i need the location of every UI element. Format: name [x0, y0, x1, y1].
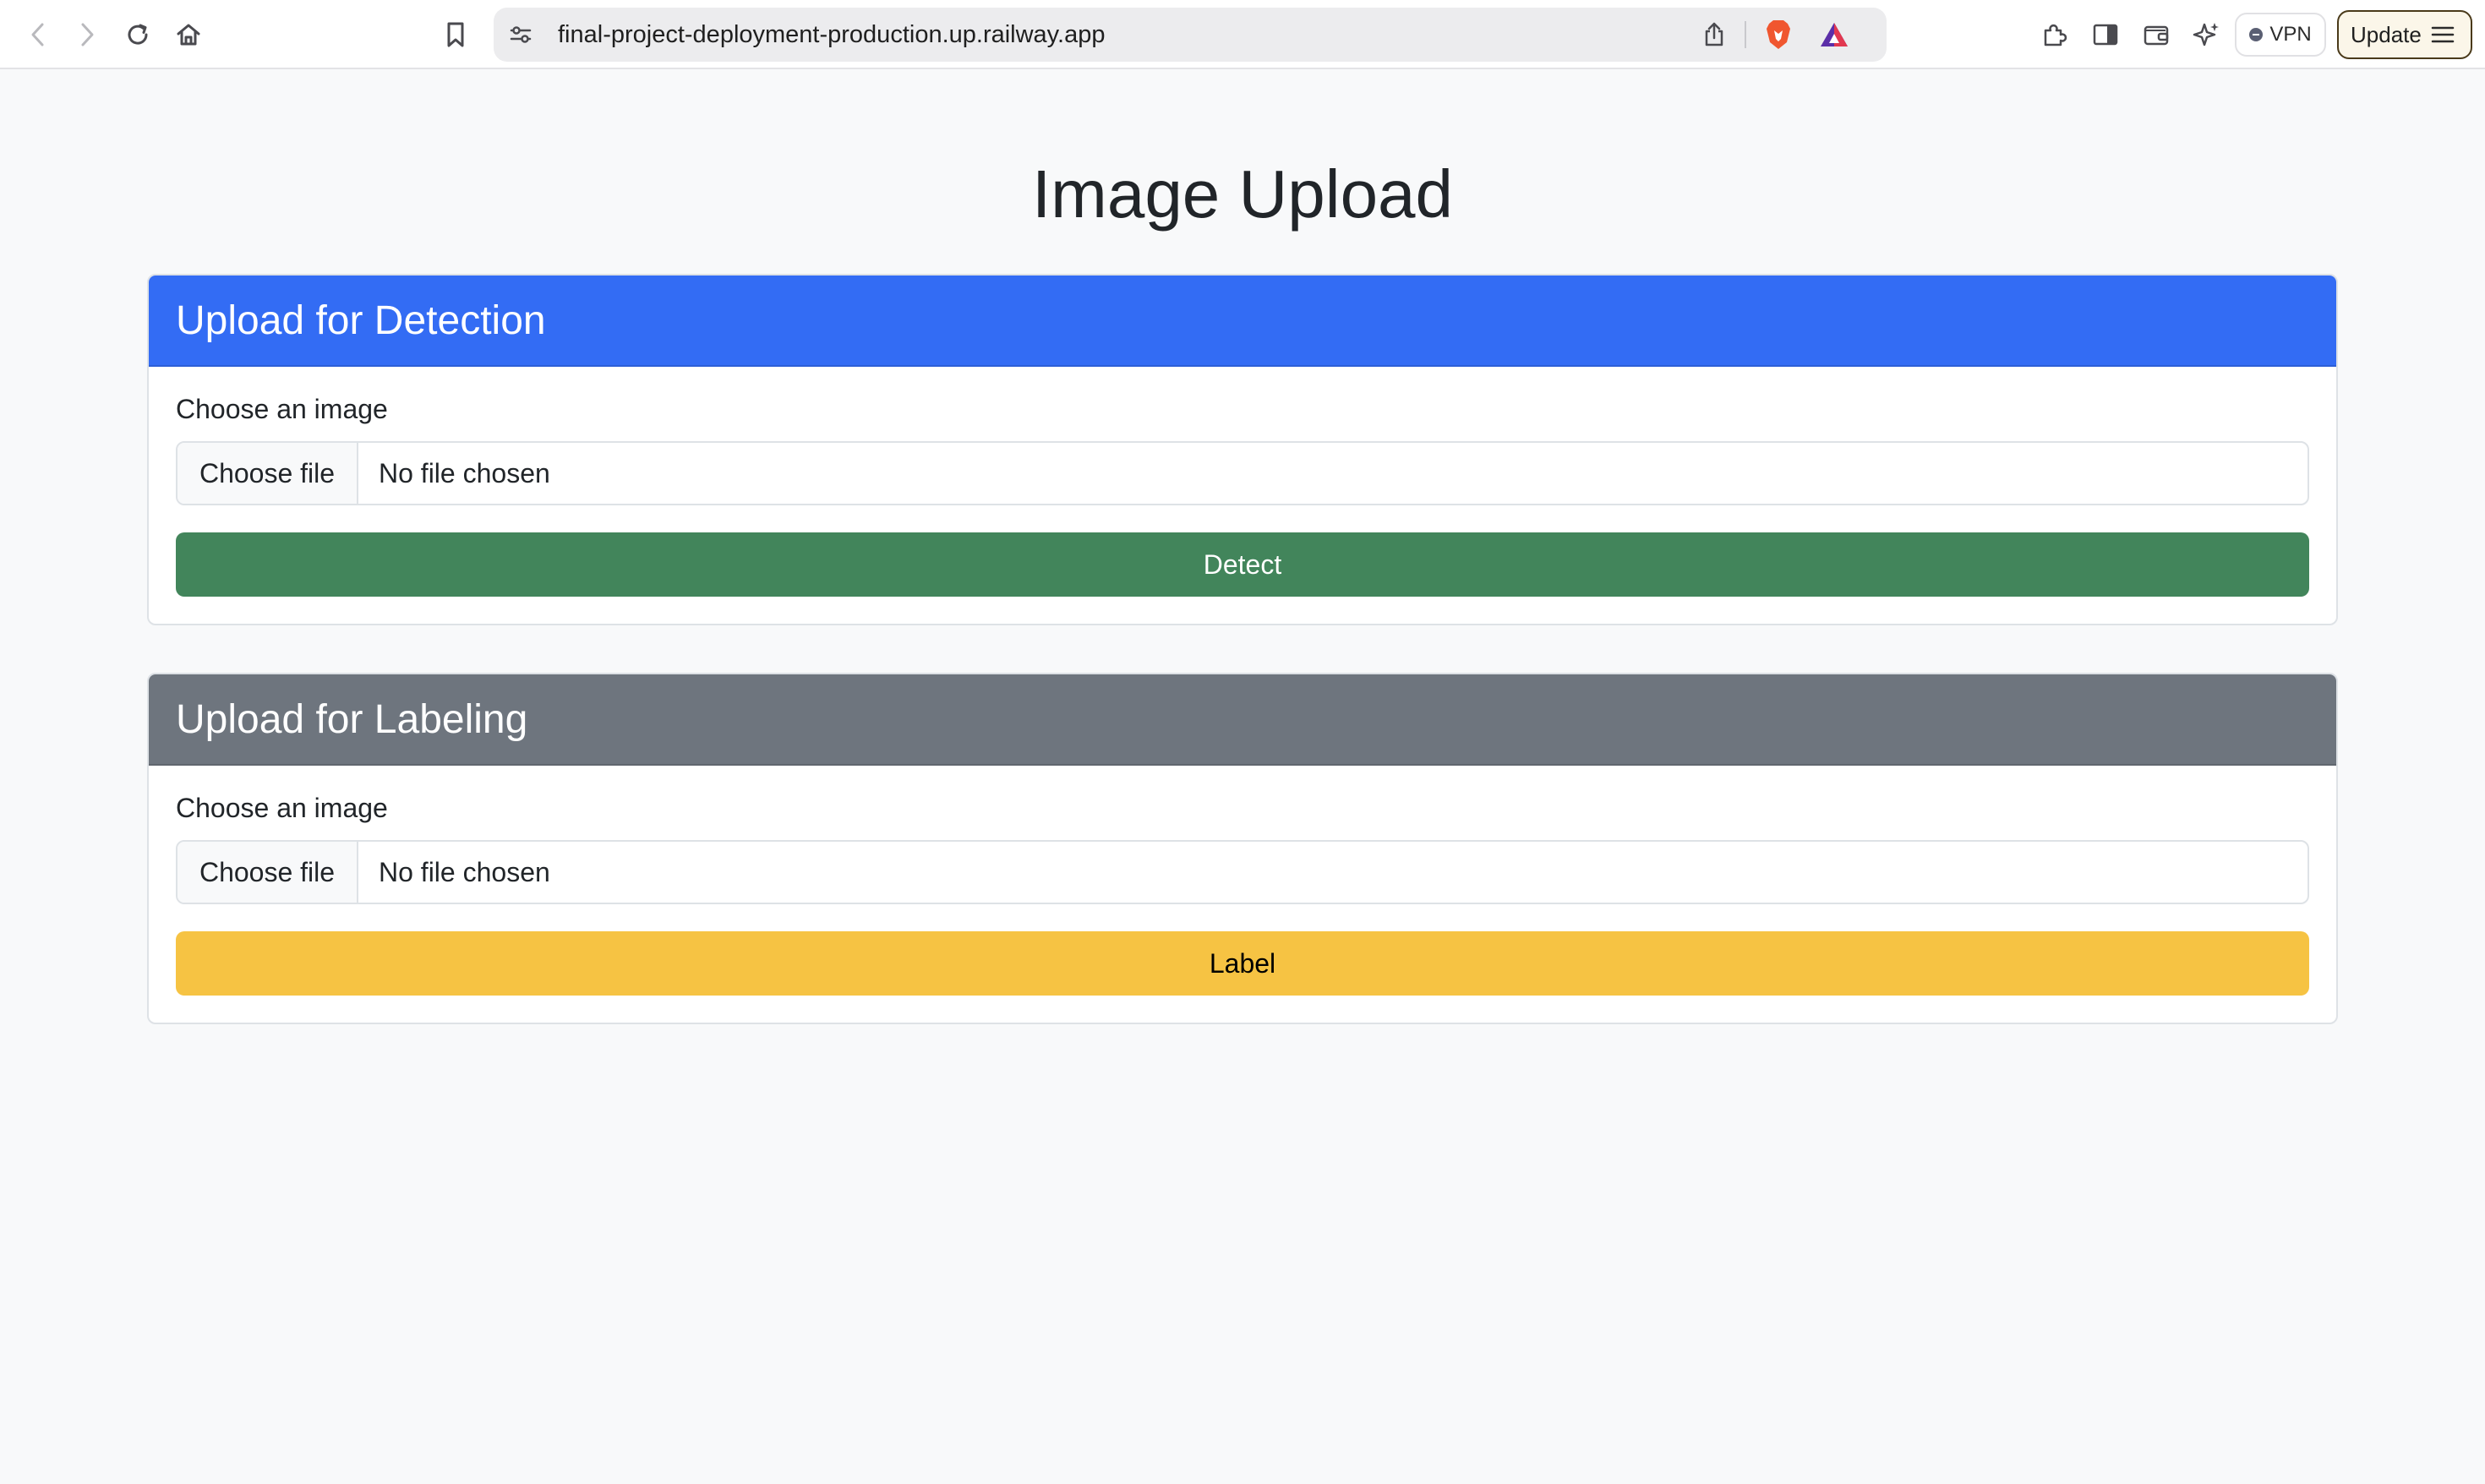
sparkle-icon	[2193, 23, 2219, 46]
url-text[interactable]: final-project-deployment-production.up.r…	[558, 8, 1105, 62]
wallet-icon	[2144, 25, 2169, 46]
detection-file-status: No file chosen	[379, 457, 550, 488]
labeling-card-body: Choose an image Choose file No file chos…	[149, 766, 2336, 1023]
address-bar[interactable]: final-project-deployment-production.up.r…	[494, 8, 1887, 62]
label-button[interactable]: Label	[176, 931, 2309, 996]
vpn-label: VPN	[2269, 23, 2312, 46]
site-settings-icon	[510, 26, 532, 43]
brave-lion-icon	[1767, 20, 1790, 49]
labeling-choose-file-button[interactable]: Choose file	[178, 842, 358, 903]
wallet-button[interactable]	[2138, 17, 2174, 52]
labeling-file-status: No file chosen	[379, 856, 550, 887]
labeling-card: Upload for Labeling Choose an image Choo…	[147, 673, 2338, 1024]
site-settings-button[interactable]	[505, 19, 536, 50]
chevron-left-icon	[31, 23, 44, 46]
labeling-card-header: Upload for Labeling	[149, 674, 2336, 766]
labeling-field-label: Choose an image	[176, 793, 388, 823]
detection-field-label: Choose an image	[176, 394, 388, 424]
leo-ai-button[interactable]	[2189, 17, 2225, 52]
reload-icon	[128, 24, 148, 45]
vpn-button[interactable]: VPN	[2235, 13, 2326, 57]
labeling-file-input[interactable]: Choose file No file chosen	[176, 840, 2309, 904]
hamburger-menu-icon	[2431, 26, 2455, 43]
detect-button[interactable]: Detect	[176, 532, 2309, 597]
share-button[interactable]	[1699, 19, 1729, 50]
reload-button[interactable]	[120, 17, 156, 52]
detection-card: Upload for Detection Choose an image Cho…	[147, 274, 2338, 625]
extensions-button[interactable]	[2037, 17, 2073, 52]
vpn-status-icon	[2249, 28, 2264, 41]
detection-card-title: Upload for Detection	[176, 297, 546, 343]
forward-button[interactable]	[69, 17, 105, 52]
rewards-triangle-icon	[1821, 23, 1848, 46]
update-label: Update	[2351, 21, 2422, 47]
labeling-card-title: Upload for Labeling	[176, 696, 528, 742]
sidebar-icon	[2093, 24, 2118, 46]
update-menu-button[interactable]: Update	[2337, 10, 2472, 59]
share-icon	[1705, 22, 1723, 46]
bookmark-icon	[447, 22, 464, 47]
puzzle-icon	[2044, 24, 2067, 46]
chevron-right-icon	[81, 23, 94, 46]
url-divider	[1745, 21, 1746, 48]
home-icon	[177, 24, 200, 46]
detection-card-body: Choose an image Choose file No file chos…	[149, 367, 2336, 624]
brave-shields-button[interactable]	[1761, 18, 1795, 52]
detection-choose-file-button[interactable]: Choose file	[178, 443, 358, 504]
page-title: Image Upload	[1031, 156, 1454, 232]
bookmark-button[interactable]	[438, 17, 473, 52]
home-button[interactable]	[171, 17, 206, 52]
sidebar-button[interactable]	[2088, 17, 2123, 52]
brave-rewards-button[interactable]	[1817, 18, 1851, 52]
back-button[interactable]	[20, 17, 56, 52]
browser-toolbar: final-project-deployment-production.up.r…	[0, 0, 2485, 69]
detection-card-header: Upload for Detection	[149, 276, 2336, 367]
detection-file-input[interactable]: Choose file No file chosen	[176, 441, 2309, 505]
